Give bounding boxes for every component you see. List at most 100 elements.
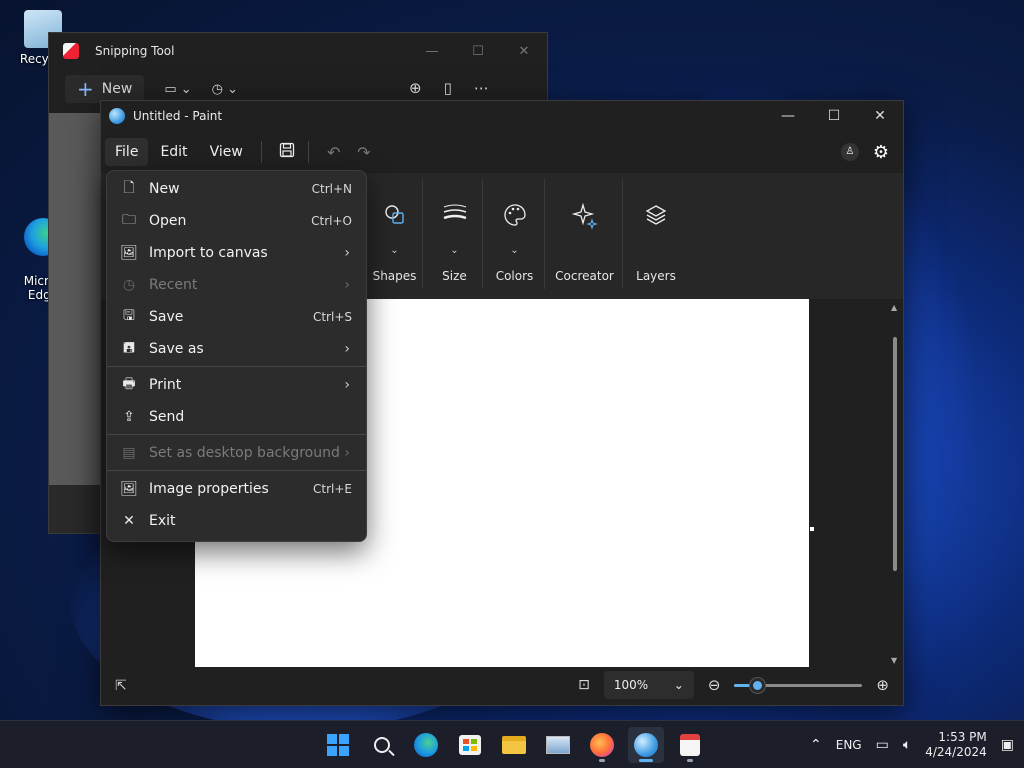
file-menu-item-import-to-canvas[interactable]: 🖼︎ Import to canvas › — [107, 237, 366, 269]
image-properties-icon: 🖼︎ — [120, 481, 138, 497]
maximize-icon[interactable]: ☐ — [455, 44, 501, 59]
file-menu-item-save[interactable]: 🖫︎ Save Ctrl+S — [107, 301, 366, 333]
rectangle-snip-icon[interactable]: ▭ ⌄ — [164, 82, 191, 97]
file-menu-item-label: Print — [149, 377, 182, 393]
monitor-icon — [546, 736, 570, 754]
taskbar-file-explorer[interactable] — [496, 727, 532, 763]
ribbon-size[interactable]: ⌄ Size — [427, 179, 483, 289]
taskbar-firefox[interactable] — [584, 727, 620, 763]
ribbon-shapes[interactable]: ⌄ Shapes — [367, 179, 423, 289]
store-icon — [459, 735, 481, 755]
taskbar-search-button[interactable] — [364, 727, 400, 763]
chevron-down-icon: ⌄ — [450, 245, 459, 256]
minimize-icon[interactable]: — — [765, 101, 811, 131]
taskbar-edge[interactable] — [408, 727, 444, 763]
chevron-down-icon: ⌄ — [510, 245, 519, 256]
zoom-slider-knob[interactable] — [750, 678, 766, 693]
file-menu-item-new[interactable]: 🗋︎ New Ctrl+N — [107, 173, 366, 205]
language-indicator[interactable]: ENG — [836, 738, 862, 752]
undo-icon[interactable]: ↶ — [319, 143, 349, 162]
menu-separator — [107, 470, 366, 471]
network-icon[interactable]: ▭ — [876, 737, 889, 753]
settings-gear-icon[interactable]: ⚙ — [873, 142, 889, 163]
folder-icon: 🗀︎ — [122, 212, 136, 228]
close-icon[interactable]: ✕ — [501, 44, 547, 59]
canvas-resize-handle[interactable] — [810, 527, 814, 531]
palette-icon — [485, 203, 544, 245]
file-menu-item-label: Send — [149, 409, 185, 425]
chevron-down-icon: ⌄ — [390, 245, 399, 256]
file-menu-item-recent: ◷ Recent › — [107, 269, 366, 301]
new-snip-button[interactable]: + New — [65, 75, 145, 103]
menu-file[interactable]: File — [105, 138, 149, 166]
file-menu-item-label: Import to canvas — [149, 245, 268, 261]
menu-separator — [107, 434, 366, 435]
file-menu-item-label: Open — [149, 213, 187, 229]
file-menu-item-image-properties[interactable]: 🖼︎ Image properties Ctrl+E — [107, 473, 366, 505]
zoom-in-icon[interactable]: ⊕ — [409, 79, 422, 97]
account-icon[interactable]: ♙ — [840, 143, 859, 161]
ribbon-layers[interactable]: Layers — [625, 179, 687, 289]
ribbon-colors[interactable]: ⌄ Colors — [485, 179, 545, 289]
file-menu-item-save-as[interactable]: 🖪︎ Save as › — [107, 333, 366, 365]
more-icon[interactable]: ⋯ — [474, 79, 489, 97]
snipping-tool-title: Snipping Tool — [95, 44, 175, 58]
windows-logo-icon — [327, 734, 349, 756]
zoom-in-icon[interactable]: ⊕ — [876, 676, 889, 694]
taskbar-snipping-tool[interactable] — [672, 727, 708, 763]
paint-titlebar: Untitled - Paint — ☐ ✕ — [101, 101, 903, 131]
chevron-right-icon: › — [344, 341, 350, 357]
sparkle-icon — [547, 202, 622, 245]
ribbon-label: Shapes — [372, 269, 417, 283]
fit-to-window-icon[interactable]: ⊡ — [578, 677, 590, 693]
scroll-up-icon[interactable]: ▲ — [891, 303, 897, 312]
zoom-slider[interactable] — [734, 677, 863, 693]
brush-size-icon — [427, 203, 482, 245]
taskbar-monitor-app[interactable] — [540, 727, 576, 763]
volume-icon[interactable]: 🔈︎ — [903, 737, 911, 753]
paint-app-icon — [109, 108, 125, 124]
vertical-scrollbar[interactable]: ▲ ▼ — [889, 301, 903, 667]
taskbar-paint[interactable] — [628, 727, 664, 763]
menu-edit[interactable]: Edit — [150, 138, 197, 166]
active-indicator — [639, 759, 653, 762]
redo-icon[interactable]: ↷ — [349, 143, 379, 162]
ribbon-cocreator[interactable]: Cocreator — [547, 179, 623, 289]
zoom-out-icon[interactable]: ⊖ — [708, 676, 721, 694]
file-menu-item-label: Image properties — [149, 481, 269, 497]
chevron-down-icon: ⌄ — [673, 678, 684, 692]
new-file-icon: 🗋︎ — [123, 180, 135, 196]
menubar-divider — [307, 141, 309, 163]
file-menu-item-print[interactable]: 🖶︎ Print › — [107, 369, 366, 401]
save-icon[interactable] — [272, 142, 302, 162]
ribbon-label: Layers — [636, 269, 676, 283]
keyboard-shortcut: Ctrl+N — [311, 182, 352, 196]
copy-icon[interactable]: ▯ — [444, 79, 452, 97]
system-tray: ⌃ ENG ▭ 🔈︎ 1:53 PM 4/24/2024 ▣ — [810, 721, 1014, 768]
scrollbar-thumb[interactable] — [893, 337, 897, 571]
scroll-down-icon[interactable]: ▼ — [891, 656, 897, 665]
timer-icon[interactable]: ◷ ⌄ — [212, 82, 238, 97]
file-menu-dropdown: 🗋︎ New Ctrl+N 🗀︎ Open Ctrl+O 🖼︎ Import to canva… — [106, 170, 367, 542]
minimize-icon[interactable]: — — [409, 44, 455, 59]
snipping-tool-icon — [680, 734, 700, 756]
file-menu-item-exit[interactable]: ✕ Exit — [107, 505, 366, 537]
clock-time: 1:53 PM — [938, 730, 987, 744]
notifications-icon[interactable]: ▣ — [1001, 737, 1014, 753]
zoom-level-select[interactable]: 100% ⌄ — [603, 671, 694, 699]
start-button[interactable] — [320, 727, 356, 763]
maximize-icon[interactable]: ☐ — [811, 101, 857, 131]
chevron-right-icon: › — [344, 445, 350, 461]
file-menu-item-open[interactable]: 🗀︎ Open Ctrl+O — [107, 205, 366, 237]
file-menu-item-send[interactable]: ⇪ Send — [107, 401, 366, 433]
menu-view[interactable]: View — [200, 138, 253, 166]
close-icon[interactable]: ✕ — [857, 101, 903, 131]
shapes-icon — [367, 203, 422, 245]
menu-separator — [107, 366, 366, 367]
ribbon-label: Cocreator — [555, 269, 614, 283]
clock[interactable]: 1:53 PM 4/24/2024 — [925, 730, 987, 760]
file-menu-item-label: Save as — [149, 341, 204, 357]
chevron-up-icon[interactable]: ⌃ — [810, 737, 822, 753]
taskbar-store[interactable] — [452, 727, 488, 763]
share-icon: ⇪ — [123, 409, 135, 425]
